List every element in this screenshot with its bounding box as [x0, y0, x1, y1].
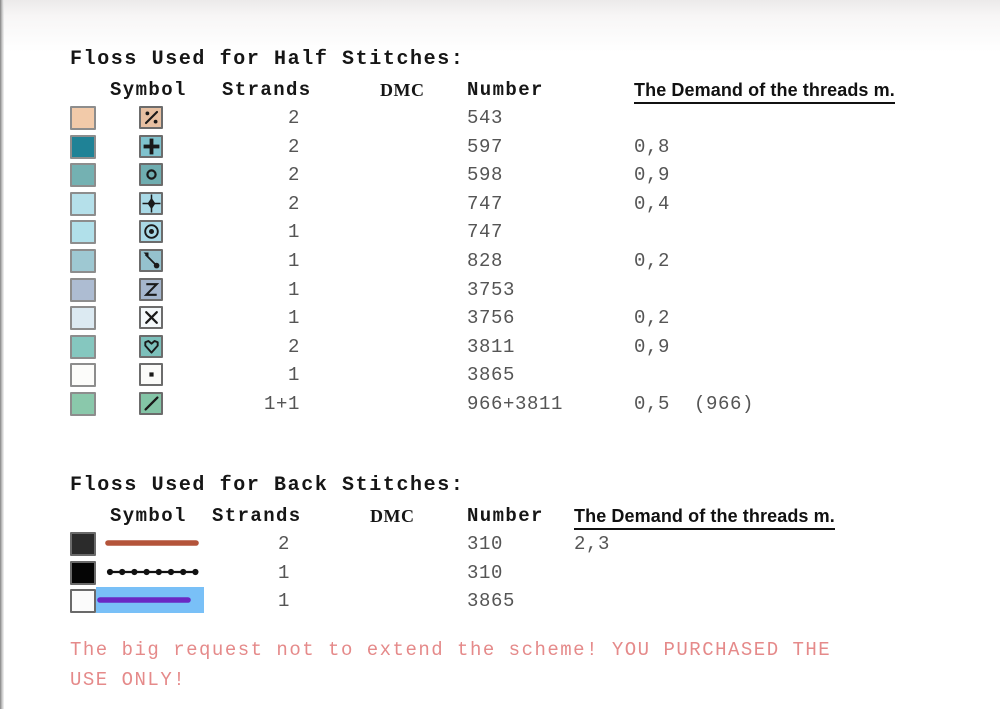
table-row[interactable]: 1 3756 0,2 [0, 305, 1000, 333]
half-stitches-header-symbol: Symbol [110, 79, 187, 101]
color-swatch [70, 560, 96, 585]
dmc-number-value: 543 [467, 107, 504, 129]
target-icon [139, 220, 163, 244]
strands-value: 2 [287, 335, 300, 358]
table-row[interactable]: 2 310 2,3 [0, 530, 1000, 558]
table-row[interactable]: 1 3865 [0, 362, 1000, 390]
color-swatch [70, 334, 96, 359]
thread-demand-value: 0,2 [634, 307, 671, 330]
strands-value: 2 [287, 192, 300, 215]
color-swatch [70, 306, 96, 331]
back-stitches-header-strands: Strands [212, 505, 302, 527]
thread-demand-value: 0,8 [634, 135, 671, 158]
heart-icon [139, 334, 163, 358]
strands-value: 1 [277, 590, 290, 613]
table-row[interactable]: 2 3811 0,9 [0, 334, 1000, 362]
table-row[interactable]: 2 543 [0, 105, 1000, 133]
dmc-number-value: 3811 [467, 335, 516, 358]
dmc-number-value: 3756 [467, 307, 516, 330]
color-swatch [70, 277, 96, 302]
dmc-number-value: 3865 [467, 590, 516, 613]
table-row[interactable]: 1 3865 [0, 587, 1000, 615]
letter-x-icon [139, 306, 163, 330]
diamond-star-icon [139, 191, 163, 215]
strands-value: 1+1 [263, 393, 300, 415]
thread-demand-value: 2,3 [574, 533, 611, 555]
dot-icon [139, 363, 163, 387]
solid-line-icon [104, 531, 200, 555]
half-stitches-header-dmc: DMC [380, 80, 425, 100]
dmc-number-value: 310 [467, 561, 504, 584]
back-stitches-header-number: Number [467, 505, 544, 527]
legend-content: Floss Used for Half Stitches: Symbol Str… [0, 0, 1000, 709]
strands-value: 2 [287, 164, 300, 187]
back-stitches-title: Floss Used for Back Stitches: [70, 474, 465, 497]
strands-value: 2 [287, 107, 300, 129]
strands-value: 1 [287, 250, 300, 272]
color-swatch [70, 363, 96, 388]
half-stitches-title: Floss Used for Half Stitches: [70, 48, 465, 71]
table-row[interactable]: 2 598 0,9 [0, 162, 1000, 190]
half-stitches-header-number: Number [467, 79, 544, 101]
back-stitches-header-demand: The Demand of the threads m. [574, 506, 835, 530]
dmc-number-value: 598 [467, 164, 504, 187]
strands-value: 1 [287, 221, 300, 244]
solid-line-icon [96, 587, 204, 614]
footer-warning-line-1: The big request not to extend the scheme… [70, 639, 832, 661]
color-swatch [70, 191, 96, 216]
color-swatch [70, 106, 96, 130]
table-row[interactable]: 2 747 0,4 [0, 191, 1000, 219]
color-swatch [70, 392, 96, 416]
table-row[interactable]: 2 597 0,8 [0, 134, 1000, 162]
dmc-number-value: 3753 [467, 278, 516, 301]
thread-demand-value: 0,5 (966) [634, 393, 755, 415]
color-swatch [70, 532, 96, 556]
dmc-number-value: 310 [467, 533, 504, 555]
half-stitches-header-strands: Strands [222, 79, 312, 101]
strands-value: 2 [277, 533, 290, 555]
table-row[interactable]: 1+1 966+3811 0,5 (966) [0, 391, 1000, 419]
back-stitches-header-symbol: Symbol [110, 505, 187, 527]
strands-value: 1 [277, 561, 290, 584]
back-stitches-header-dmc: DMC [370, 506, 415, 526]
thread-demand-value: 0,9 [634, 164, 671, 187]
footer-warning-line-2: USE ONLY! [70, 669, 187, 691]
slash-icon [139, 392, 163, 415]
percent-icon [139, 106, 163, 129]
table-row[interactable]: 1 828 0,2 [0, 248, 1000, 276]
thread-demand-value: 0,9 [634, 335, 671, 358]
circle-open-icon [139, 163, 163, 187]
color-swatch [70, 163, 96, 188]
dmc-number-value: 828 [467, 250, 504, 272]
plus-icon [139, 134, 163, 158]
strands-value: 1 [287, 364, 300, 387]
letter-z-icon [139, 277, 163, 301]
diagonal-dots-icon [139, 249, 163, 272]
dmc-number-value: 597 [467, 135, 504, 158]
thread-demand-value: 0,4 [634, 192, 671, 215]
strands-value: 1 [287, 307, 300, 330]
color-swatch [70, 134, 96, 159]
color-swatch [70, 249, 96, 273]
strands-value: 1 [287, 278, 300, 301]
color-swatch [70, 220, 96, 245]
table-row[interactable]: 1 3753 [0, 277, 1000, 305]
dmc-number-value: 747 [467, 192, 504, 215]
dmc-number-value: 747 [467, 221, 504, 244]
thread-demand-value: 0,2 [634, 250, 671, 272]
table-row[interactable]: 1 747 [0, 219, 1000, 247]
strands-value: 2 [287, 135, 300, 158]
dmc-number-value: 3865 [467, 364, 516, 387]
table-row[interactable]: 1 310 [0, 559, 1000, 587]
dotted-line-icon [104, 560, 200, 584]
half-stitches-header-demand: The Demand of the threads m. [634, 80, 895, 104]
dmc-number-value: 966+3811 [467, 393, 564, 415]
color-swatch [70, 589, 96, 614]
